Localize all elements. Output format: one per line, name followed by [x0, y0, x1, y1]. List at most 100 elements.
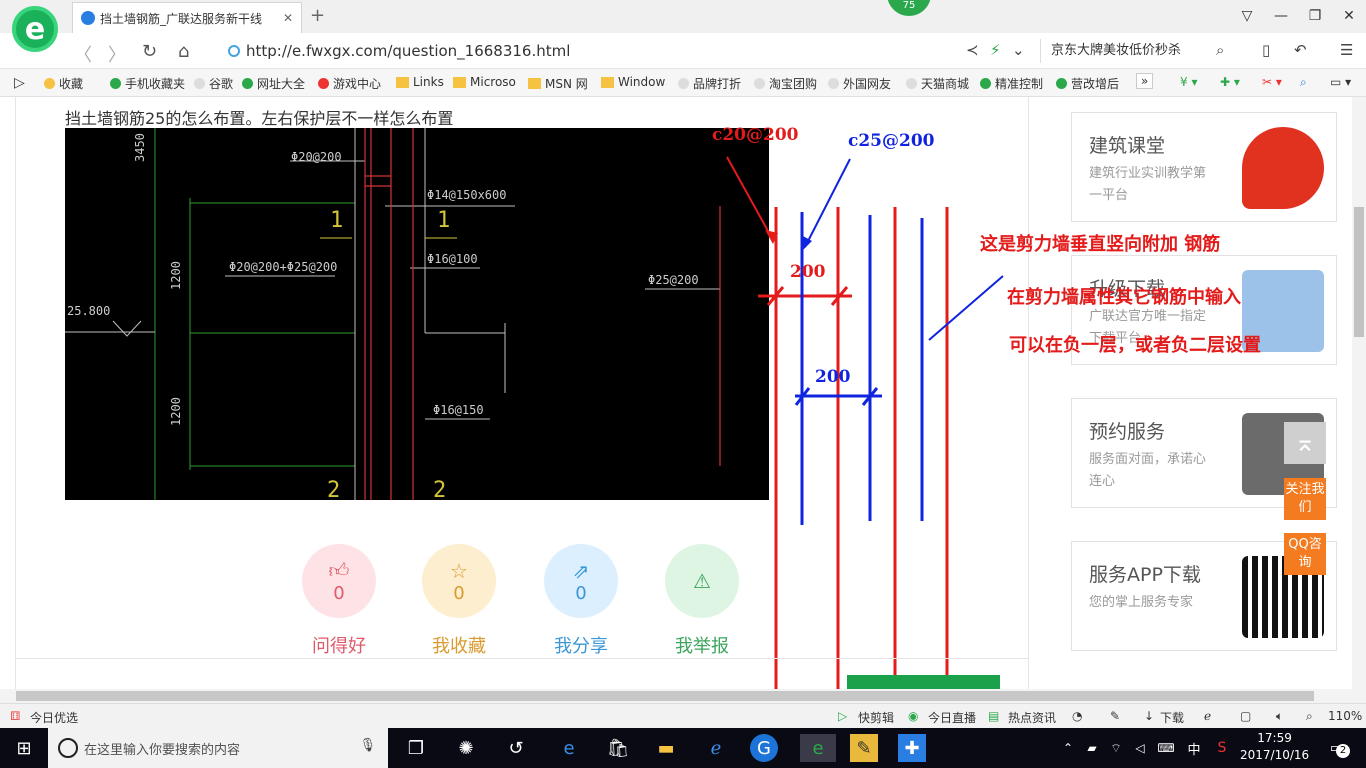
bookmark-item[interactable]: Links: [396, 75, 444, 89]
bookmark-item[interactable]: 精准控制: [980, 75, 1043, 92]
badge-count[interactable]: 75: [887, 0, 931, 16]
sidebar-card[interactable]: 建筑课堂 建筑行业实训教学第一平台: [1071, 112, 1337, 222]
ime-indicator[interactable]: 中: [1180, 734, 1208, 762]
status-item-clip[interactable]: 快剪辑: [858, 709, 894, 726]
browser-logo-icon[interactable]: e: [12, 6, 58, 52]
status-item-live[interactable]: 今日直播: [928, 709, 976, 726]
horizontal-scrollbar[interactable]: [0, 689, 1366, 703]
app-icon[interactable]: ↺: [502, 734, 530, 762]
sound-icon[interactable]: ◁: [1126, 734, 1154, 762]
url-input[interactable]: http://e.fwxgx.com/question_1668316.html: [226, 39, 1036, 63]
action-circle[interactable]: 👍︎ 0: [302, 544, 376, 618]
bookmark-item[interactable]: 淘宝团购: [754, 75, 817, 92]
edge-icon[interactable]: e: [555, 734, 583, 762]
maximize-button[interactable]: ❐: [1298, 0, 1332, 32]
follow-us-button[interactable]: 关注我们: [1284, 478, 1326, 520]
zoom-level[interactable]: 110%: [1328, 709, 1362, 723]
bookmark-item[interactable]: 品牌打折: [678, 75, 741, 92]
action-share[interactable]: ⇗ 0 我分享: [544, 544, 618, 658]
sogou-icon[interactable]: S: [1208, 734, 1236, 762]
dingtalk-icon[interactable]: ✚: [898, 734, 926, 762]
file-explorer-icon[interactable]: ▬: [652, 734, 680, 762]
dropdown-icon[interactable]: ⌄: [1012, 41, 1025, 59]
undo-icon[interactable]: ↶: [1294, 41, 1307, 59]
bookmark-item[interactable]: 收藏: [44, 75, 83, 92]
action-circle[interactable]: ⇗ 0: [544, 544, 618, 618]
bookmark-item[interactable]: 天猫商城: [906, 75, 969, 92]
bookmark-item[interactable]: Window: [601, 75, 665, 89]
browser-tab[interactable]: 挡土墙钢筋_广联达服务新干线 ✕: [72, 2, 302, 33]
addon-icon[interactable]: ✚ ▾: [1220, 75, 1240, 89]
bookmark-item[interactable]: 游戏中心: [318, 75, 381, 92]
bookmark-item[interactable]: 营改增后: [1056, 75, 1119, 92]
vertical-scrollbar[interactable]: [1352, 97, 1366, 689]
today-picks-link[interactable]: 今日优选: [30, 709, 78, 726]
home-button[interactable]: ⌂: [178, 41, 189, 62]
close-button[interactable]: ✕: [1332, 0, 1366, 32]
action-thumbs-up[interactable]: 👍︎ 0 问得好: [302, 544, 376, 658]
search-input[interactable]: 京东大牌美妆低价秒杀: [1040, 39, 1240, 63]
window-icon[interactable]: ▢: [1240, 709, 1251, 723]
speed-icon[interactable]: ◔: [1072, 709, 1082, 723]
download-icon: ↓: [1144, 709, 1155, 723]
menu-icon[interactable]: ☰: [1340, 41, 1353, 59]
action-warning[interactable]: ⚠ 我举报: [665, 544, 739, 658]
search-icon[interactable]: ⌕: [1216, 41, 1224, 59]
taskbar-search-input[interactable]: 在这里输入你要搜索的内容 🎙︎: [48, 728, 388, 768]
ie-icon[interactable]: ℯ: [702, 734, 730, 762]
pinwheel-icon[interactable]: ✺: [452, 734, 480, 762]
cad-label: Φ25@200: [648, 273, 699, 287]
360-browser-icon[interactable]: e: [800, 734, 836, 762]
volume-icon[interactable]: 🔈︎: [1276, 709, 1283, 724]
bookmark-item[interactable]: 外国网友: [828, 75, 891, 92]
more-bookmarks-icon[interactable]: »: [1136, 73, 1154, 89]
action-circle[interactable]: ☆ 0: [422, 544, 496, 618]
bookmark-item[interactable]: MSN 网: [528, 75, 588, 92]
find-icon[interactable]: ⌕: [1300, 75, 1307, 90]
mic-icon[interactable]: 🎙︎: [359, 738, 376, 753]
new-tab-button[interactable]: +: [310, 5, 325, 26]
skin-icon[interactable]: ▽: [1230, 0, 1264, 32]
close-tab-icon[interactable]: ✕: [283, 11, 293, 25]
ie-mode-icon[interactable]: ℯ: [1204, 709, 1211, 723]
system-clock[interactable]: 17:59 2017/10/16: [1240, 730, 1309, 764]
status-item-download[interactable]: 下载: [1160, 709, 1184, 726]
bookmark-item[interactable]: 网址大全: [242, 75, 305, 92]
task-view-icon[interactable]: ❐: [402, 734, 430, 762]
scroll-thumb[interactable]: [16, 691, 1314, 701]
qq-consult-button[interactable]: QQ咨询: [1284, 533, 1326, 575]
keyboard-icon[interactable]: ⌨: [1152, 734, 1180, 762]
forward-button[interactable]: 〉: [108, 41, 126, 67]
back-to-top-icon[interactable]: ⌅: [1284, 422, 1326, 464]
bookmark-item[interactable]: 手机收藏夹: [110, 75, 185, 92]
scissors-icon[interactable]: ✂ ▾: [1262, 75, 1282, 89]
currency-icon[interactable]: ¥ ▾: [1180, 75, 1197, 89]
sidebar-card-title: 预约服务: [1089, 421, 1166, 443]
mobile-icon[interactable]: ▯: [1262, 41, 1270, 59]
action-star[interactable]: ☆ 0 我收藏: [422, 544, 496, 658]
scroll-thumb[interactable]: [1354, 207, 1364, 337]
clip-icon: ▷: [838, 709, 848, 723]
clock-date: 2017/10/16: [1240, 748, 1310, 762]
cad-drawing-image[interactable]: Φ20@200 Φ14@150x600 Φ20@200+Φ25@200 Φ16@100…: [65, 128, 769, 500]
zoom-icon[interactable]: ⌕: [1306, 709, 1313, 724]
status-item-news[interactable]: 热点资讯: [1008, 709, 1056, 726]
share-icon[interactable]: ≺: [966, 41, 979, 59]
windows-start-icon[interactable]: ⊞: [10, 734, 38, 762]
bookmark-item[interactable]: 谷歌: [194, 75, 233, 92]
lightning-icon[interactable]: ⚡: [990, 41, 1001, 59]
answer-button[interactable]: [847, 675, 1000, 689]
sidebar-toggle-icon[interactable]: ▷: [14, 75, 25, 91]
bookmark-label: 外国网友: [843, 77, 892, 91]
action-circle[interactable]: ⚠: [665, 544, 739, 618]
reload-button[interactable]: ↻: [142, 41, 157, 62]
minimize-button[interactable]: —: [1264, 0, 1298, 32]
bookmark-item[interactable]: Microso: [453, 75, 516, 89]
glodon-icon[interactable]: G: [750, 734, 778, 762]
taskbar: ⊞ 在这里输入你要搜索的内容 🎙︎ ❐ ✺ ↺ e 🛍︎ ▬ ℯ G e ✎ ✚…: [0, 728, 1366, 768]
back-button[interactable]: 〈: [74, 41, 92, 67]
pages-icon[interactable]: ▭ ▾: [1330, 75, 1351, 89]
notes-icon[interactable]: ✎: [850, 734, 878, 762]
store-icon[interactable]: 🛍︎: [604, 734, 632, 762]
tools-icon[interactable]: ✎: [1110, 709, 1120, 723]
